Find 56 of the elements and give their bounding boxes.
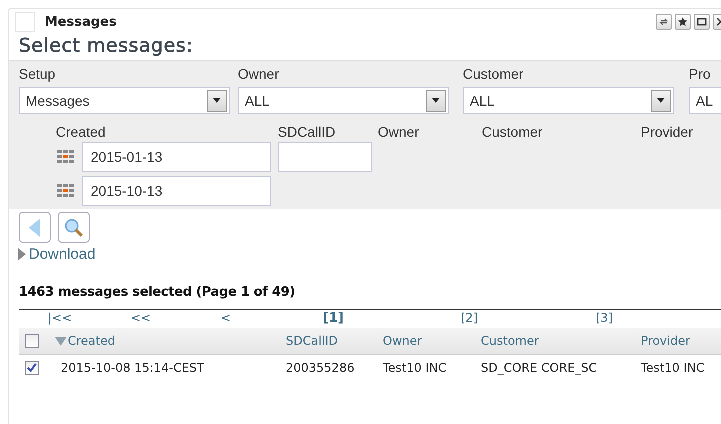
calendar-icon[interactable] (56, 182, 76, 200)
page-link[interactable]: [3] (596, 311, 613, 325)
caret-icon (207, 90, 227, 112)
column-header[interactable]: Created (55, 334, 286, 348)
dropdown[interactable]: Messages (19, 87, 230, 114)
back-button[interactable] (19, 212, 51, 243)
checkbox[interactable] (25, 361, 39, 375)
column-header[interactable]: Customer (481, 334, 641, 348)
dropdown[interactable]: ALL (238, 87, 449, 114)
column-label: SDCallID (278, 124, 337, 140)
back-icon (28, 218, 42, 238)
table-cell-text: Test10 INC (383, 361, 448, 375)
window-title: Messages (45, 14, 118, 30)
sort-icon (55, 336, 67, 346)
filter-label: Customer (463, 66, 525, 82)
filter-label: Setup (19, 66, 57, 82)
table-cell-text: SD_CORE CORE_SC (481, 361, 598, 375)
column-header[interactable]: Provider (641, 334, 721, 348)
expand-icon (18, 248, 26, 261)
filter-label: Owner (238, 66, 280, 82)
download-link[interactable]: Download (18, 246, 96, 263)
page-link[interactable]: < (221, 311, 232, 325)
search-button[interactable] (58, 212, 90, 243)
refresh-icon (658, 16, 670, 28)
date-field[interactable]: 2015-10-13 (82, 176, 271, 206)
page-link[interactable]: [2] (461, 311, 478, 325)
column-label: Created (56, 124, 107, 140)
star-icon (677, 16, 689, 28)
column-label: Provider (641, 124, 694, 140)
maximize-button[interactable] (694, 14, 710, 30)
caret-icon (426, 90, 446, 112)
date-field[interactable]: 2015-01-13 (82, 142, 271, 172)
caret-icon (651, 90, 671, 112)
column-label: Owner (378, 124, 420, 140)
page-heading: Select messages: (18, 35, 194, 59)
table-cell-text: Test10 INC (641, 361, 706, 375)
page-link[interactable]: [1] (323, 311, 344, 326)
column-header[interactable]: SDCallID (286, 334, 383, 348)
checkbox[interactable] (25, 334, 39, 348)
refresh-button[interactable] (656, 14, 672, 30)
table-cell-text: 200355286 (286, 361, 356, 375)
input-field[interactable] (278, 142, 372, 172)
column-label: Customer (482, 124, 544, 140)
favorite-button[interactable] (675, 14, 691, 30)
page-link[interactable]: << (131, 311, 152, 325)
table-cell-text: 2015-10-08 15:14-CEST (60, 361, 206, 375)
page-link[interactable]: |<< (48, 311, 72, 325)
window-icon (15, 12, 35, 32)
search-icon (64, 218, 84, 238)
calendar-icon[interactable] (56, 148, 76, 166)
column-header[interactable]: Owner (383, 334, 481, 348)
maximize-icon (696, 16, 708, 28)
dropdown[interactable]: AL (689, 87, 721, 114)
dropdown[interactable]: ALL (463, 87, 674, 114)
results-summary: 1463 messages selected (Page 1 of 49) (18, 284, 296, 300)
filter-label: Pro (689, 66, 712, 82)
